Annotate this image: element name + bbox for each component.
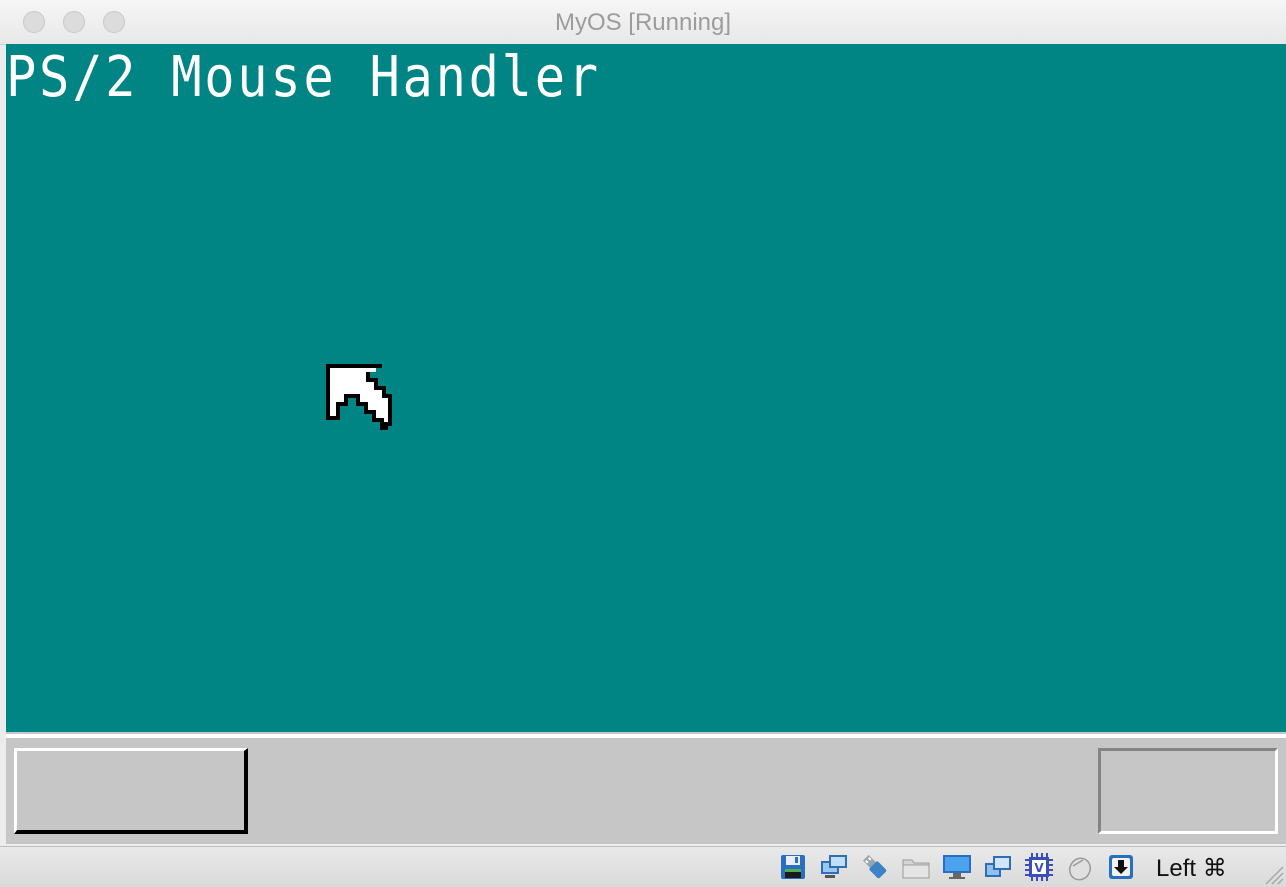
guest-screen[interactable]: PS/2 Mouse Handler [6, 44, 1286, 844]
resize-grip-icon[interactable] [1262, 863, 1284, 885]
display-icon[interactable] [940, 851, 974, 883]
mouse-cursor-icon [326, 364, 392, 430]
svg-text:V: V [1034, 861, 1044, 875]
vm-window: MyOS [Running] PS/2 Mouse Handler V Left… [0, 0, 1286, 887]
guest-desktop[interactable]: PS/2 Mouse Handler [6, 44, 1286, 732]
mouse-integration-icon[interactable] [1063, 851, 1097, 883]
video-capture-icon[interactable] [981, 851, 1015, 883]
start-button[interactable] [14, 748, 248, 834]
shared-folder-icon[interactable] [899, 851, 933, 883]
keyboard-capture-icon[interactable] [1104, 851, 1138, 883]
guest-heading: PS/2 Mouse Handler [6, 45, 601, 110]
window-title: MyOS [Running] [554, 9, 732, 36]
title-bar[interactable]: MyOS [Running] [0, 0, 1286, 45]
status-bar: V Left ⌘ [0, 846, 1286, 887]
host-key-label[interactable]: Left ⌘ [1156, 854, 1227, 883]
floppy-icon[interactable] [776, 851, 810, 883]
network-icon[interactable] [817, 851, 851, 883]
system-tray [1098, 748, 1278, 834]
cpu-icon[interactable]: V [1022, 851, 1056, 883]
guest-taskbar [6, 738, 1286, 844]
usb-icon[interactable] [858, 851, 892, 883]
